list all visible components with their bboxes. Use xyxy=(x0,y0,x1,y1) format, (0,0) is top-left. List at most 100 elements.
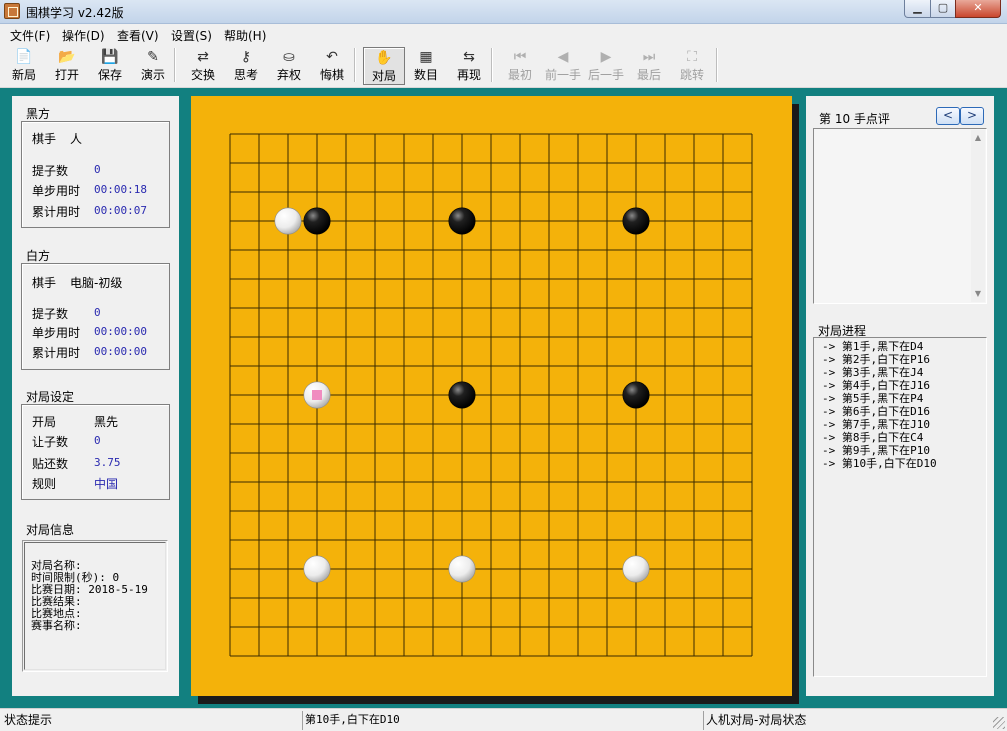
white-player-value: 电脑-初级 xyxy=(70,276,123,290)
handicap-label: 让子数 xyxy=(32,435,69,449)
go-board[interactable] xyxy=(191,96,792,696)
move-history-item[interactable]: -> 第2手,白下在P16 xyxy=(822,354,930,366)
white-stone xyxy=(303,555,331,583)
toolbar-button-2[interactable]: 💾 保存 xyxy=(90,47,130,85)
black-stone xyxy=(448,381,476,409)
right-panel: 第 10 手点评 < > ▲ ▼ 对局进程 -> 第1手,黑下在D4 -> 第2手… xyxy=(806,96,994,696)
black-section-title: 黑方 xyxy=(26,107,51,121)
close-button[interactable]: ✕ xyxy=(955,0,1001,18)
white-stone xyxy=(622,555,650,583)
toolbar-button-label: 演示 xyxy=(140,68,165,82)
black-stone xyxy=(448,207,476,235)
move-history-item[interactable]: -> 第3手,黑下在J4 xyxy=(822,367,923,379)
move-history-item[interactable]: -> 第7手,黑下在J10 xyxy=(822,419,930,431)
toolbar-button-6[interactable]: ⛀ 弃权 xyxy=(269,47,309,85)
comment-textarea[interactable]: ▲ ▼ xyxy=(813,128,987,304)
status-hint: 状态提示 xyxy=(4,713,53,727)
toolbar-button-13[interactable]: ▶ 后一手 xyxy=(586,47,626,85)
toolbar-button-label: 思考 xyxy=(233,68,258,82)
toolbar-button-8[interactable]: ✋ 对局 xyxy=(363,47,405,85)
toolbar-separator xyxy=(716,48,718,82)
prev-comment-button[interactable]: < xyxy=(936,107,960,125)
board-grid[interactable] xyxy=(191,96,792,696)
toolbar-button-5[interactable]: ⚷ 思考 xyxy=(226,47,266,85)
toolbar-separator xyxy=(174,48,176,82)
toolbar-button-10[interactable]: ⇆ 再现 xyxy=(449,47,489,85)
move-history-item[interactable]: -> 第4手,白下在J16 xyxy=(822,380,930,392)
title-bar[interactable]: 围棋学习 v2.42版 ▁ ▢ ✕ xyxy=(0,0,1007,24)
pass-icon: ⛀ xyxy=(283,49,295,65)
resize-grip[interactable] xyxy=(993,717,1005,729)
move-history-list[interactable]: -> 第1手,黑下在D4 -> 第2手,白下在P16 -> 第3手,黑下在J4 -> … xyxy=(813,337,987,677)
toolbar-button-12[interactable]: ◀ 前一手 xyxy=(543,47,583,85)
next-comment-button[interactable]: > xyxy=(960,107,984,125)
opening-label: 开局 xyxy=(32,415,57,429)
move-history-item[interactable]: -> 第1手,黑下在D4 xyxy=(822,341,923,353)
move-history-item[interactable]: -> 第8手,白下在C4 xyxy=(822,432,923,444)
toolbar-button-label: 弃权 xyxy=(276,68,301,82)
save-icon: 💾 xyxy=(101,49,119,65)
toolbar-button-3[interactable]: ✎ 演示 xyxy=(133,47,173,85)
status-bar: 状态提示 第10手,白下在D10 人机对局-对局状态 xyxy=(0,708,1007,731)
toolbar-button-label: 跳转 xyxy=(679,68,704,82)
black-stone xyxy=(622,207,650,235)
white-info-box: 棋手 电脑-初级 提子数 0 单步用时 00:00:00 累计用时 00:00:0… xyxy=(21,263,170,370)
maximize-button[interactable]: ▢ xyxy=(930,0,956,18)
toolbar-button-label: 新局 xyxy=(11,68,36,82)
play-hand-icon: ✋ xyxy=(375,50,393,66)
minimize-button[interactable]: ▁ xyxy=(904,0,931,18)
toolbar-button-11[interactable]: ⏮ 最初 xyxy=(500,47,540,85)
menu-operate[interactable]: 操作(D) xyxy=(62,27,105,44)
move-history-item[interactable]: -> 第9手,黑下在P10 xyxy=(822,445,930,457)
comment-scrollbar[interactable]: ▲ ▼ xyxy=(971,130,985,302)
black-player-label: 棋手 xyxy=(32,132,57,146)
komi-label: 贴还数 xyxy=(32,457,69,471)
white-total-time-label: 累计用时 xyxy=(32,346,81,360)
white-total-time-value: 00:00:00 xyxy=(94,345,147,358)
first-icon: ⏮ xyxy=(513,49,527,65)
toolbar-button-7[interactable]: ↶ 悔棋 xyxy=(312,47,352,85)
toolbar-button-0[interactable]: 📄 新局 xyxy=(4,47,44,85)
white-section-title: 白方 xyxy=(26,249,51,263)
menu-view[interactable]: 查看(V) xyxy=(117,27,159,44)
toolbar-button-15[interactable]: ⛶ 跳转 xyxy=(672,47,712,85)
last-move-marker xyxy=(312,390,322,400)
white-player-label: 棋手 xyxy=(32,276,57,290)
toolbar-button-14[interactable]: ⏭ 最后 xyxy=(629,47,669,85)
rules-label: 规则 xyxy=(32,477,57,491)
menu-help[interactable]: 帮助(H) xyxy=(224,27,266,44)
toolbar-button-label: 后一手 xyxy=(587,68,624,82)
toolbar-button-label: 前一手 xyxy=(544,68,581,82)
scroll-down-icon[interactable]: ▼ xyxy=(971,288,985,300)
status-last-move: 第10手,白下在D10 xyxy=(302,711,702,730)
toolbar-button-label: 再现 xyxy=(456,68,481,82)
app-icon xyxy=(4,3,20,19)
move-comment-title: 第 10 手点评 xyxy=(819,112,890,126)
black-stone xyxy=(303,207,331,235)
move-history-item[interactable]: -> 第10手,白下在D10 xyxy=(822,458,937,470)
black-captures-label: 提子数 xyxy=(32,164,69,178)
toolbar-button-9[interactable]: ▦ 数目 xyxy=(406,47,446,85)
move-history-item[interactable]: -> 第6手,白下在D16 xyxy=(822,406,930,418)
black-total-time-label: 累计用时 xyxy=(32,205,81,219)
menu-file[interactable]: 文件(F) xyxy=(10,27,50,44)
toolbar-button-label: 交换 xyxy=(190,68,215,82)
menu-settings[interactable]: 设置(S) xyxy=(171,27,212,44)
next-icon: ▶ xyxy=(600,49,612,65)
new-game-icon: 📄 xyxy=(15,49,33,65)
toolbar: 📄 新局 📂 打开 💾 保存 ✎ 演示 ⇄ 交换 ⚷ 思考 ⛀ 弃权 ↶ 悔棋 ✋ 对局 ▦ 数目 ⇆ 再现 ⏮ 最初 ◀ 前一手… xyxy=(0,44,1007,88)
scroll-up-icon[interactable]: ▲ xyxy=(971,132,985,144)
white-captures-value: 0 xyxy=(94,306,101,319)
toolbar-button-4[interactable]: ⇄ 交换 xyxy=(183,47,223,85)
opening-value: 黑先 xyxy=(94,415,119,429)
game-info-line: 赛事名称: xyxy=(31,619,82,632)
black-player-row: 棋手人 xyxy=(32,130,82,147)
black-step-time-label: 单步用时 xyxy=(32,184,81,198)
move-history-item[interactable]: -> 第5手,黑下在P4 xyxy=(822,393,923,405)
window-title: 围棋学习 v2.42版 xyxy=(26,6,124,20)
white-step-time-value: 00:00:00 xyxy=(94,325,147,338)
toolbar-button-1[interactable]: 📂 打开 xyxy=(47,47,87,85)
game-info-box[interactable]: 对局名称: 时间限制(秒): 0 比赛日期: 2018-5-19 比赛结果: 比… xyxy=(22,540,168,672)
handicap-value: 0 xyxy=(94,434,101,447)
toolbar-button-label: 保存 xyxy=(97,68,122,82)
